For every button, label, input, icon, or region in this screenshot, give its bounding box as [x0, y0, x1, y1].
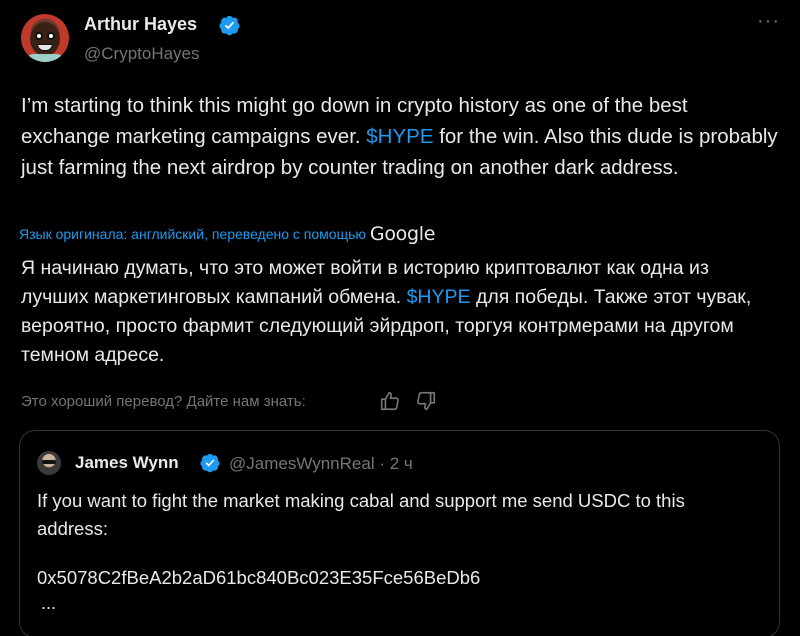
author-name[interactable]: Arthur Hayes: [84, 14, 197, 35]
quoted-author-name[interactable]: James Wynn: [75, 453, 179, 473]
translation-attribution: Язык оригинала: английский, переведено с…: [19, 222, 436, 245]
thumbs-down-icon[interactable]: [414, 390, 438, 412]
avatar[interactable]: [21, 14, 69, 62]
quoted-text: If you want to fight the market making c…: [37, 490, 685, 539]
quoted-avatar[interactable]: [37, 451, 61, 475]
more-dots-icon[interactable]: ···: [757, 11, 779, 34]
quoted-tweet[interactable]: James Wynn @JamesWynnReal · 2 ч If you w…: [19, 430, 780, 636]
cashtag-link-translated[interactable]: $HYPE: [407, 286, 471, 308]
verified-badge-icon: [200, 453, 220, 473]
tweet-text: I’m starting to think this might go down…: [21, 94, 778, 179]
verified-badge-icon: [219, 15, 240, 36]
quoted-ellipsis: ...: [41, 593, 57, 613]
quoted-address: 0x5078C2fBeA2b2aD61bc840Bc023E35Fce56BeD…: [37, 567, 481, 588]
translated-text: Я начинаю думать, что это может войти в …: [21, 257, 752, 366]
cashtag-link[interactable]: $HYPE: [366, 125, 433, 148]
translation-label[interactable]: Язык оригинала: английский, переведено с…: [19, 226, 366, 242]
author-handle[interactable]: @CryptoHayes: [84, 44, 200, 64]
translation-feedback-prompt: Это хороший перевод? Дайте нам знать:: [21, 393, 306, 410]
google-logo: Google: [369, 223, 436, 245]
quoted-handle-time[interactable]: @JamesWynnReal · 2 ч: [229, 454, 413, 474]
thumbs-up-icon[interactable]: [378, 390, 402, 412]
